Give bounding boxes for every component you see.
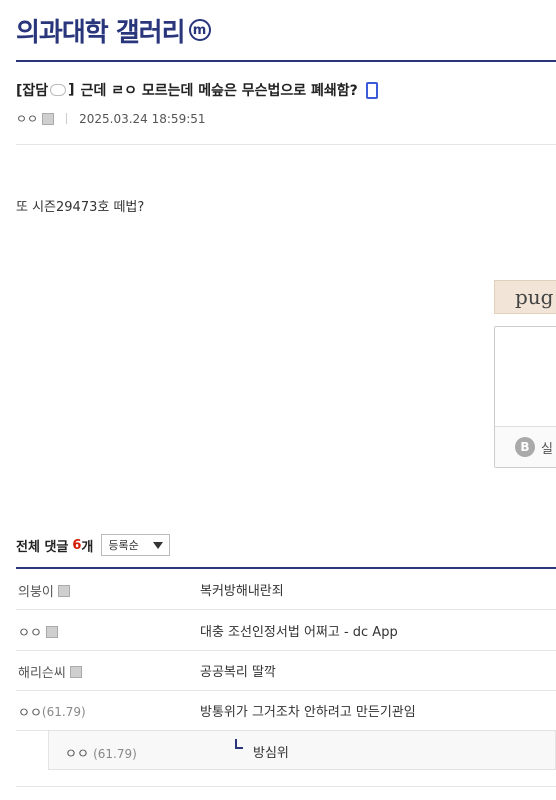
post-date: 2025.03.24 18:59:51 — [79, 111, 206, 126]
comment-nick[interactable]: ㅇㅇ (61.79) — [18, 702, 86, 722]
comment-nick[interactable]: 해리슨씨 — [18, 662, 82, 681]
post-head-label: [잡담 — [16, 83, 49, 99]
fixed-nick-icon — [42, 112, 55, 125]
header-divider — [16, 60, 556, 62]
post-title-text: 근데 ㄹㅇ 모르는데 메슾은 무슨법으로 폐쇄함? — [80, 83, 358, 99]
sort-select[interactable]: 등록순 — [101, 534, 170, 556]
b-icon: B — [515, 437, 535, 457]
mobile-icon — [365, 81, 378, 99]
comment-text: 복커방해내란죄 — [200, 584, 284, 599]
comment-row: ㅇㅇ (61.79) 방통위가 그거조차 안하려고 만든기관임 — [16, 690, 556, 731]
comment-text: 방통위가 그거조차 안하려고 만든기관임 — [200, 705, 416, 720]
captcha-image: pug — [494, 280, 556, 314]
reply-text: 방심위 — [253, 746, 289, 761]
captcha-label: 실 — [541, 441, 553, 457]
reply-ip: (61.79) — [93, 747, 137, 761]
comments-label: 전체 댓글 — [16, 539, 69, 555]
comments-header: 전체 댓글 6 개 등록순 — [16, 534, 170, 556]
comments-count-unit: 개 — [81, 539, 94, 555]
comment-text: 공공복리 딸깍 — [200, 665, 276, 680]
fixed-nick-icon — [69, 665, 82, 678]
comment-nick[interactable]: 의붕이 — [18, 581, 70, 600]
post-title: [잡담 ] 근데 ㄹㅇ 모르는데 메슾은 무슨법으로 폐쇄함? — [16, 80, 378, 100]
fixed-nick-icon — [45, 625, 58, 638]
chat-bubble-icon — [50, 84, 67, 96]
post-meta: ㅇㅇ 2025.03.24 18:59:51 — [16, 110, 206, 127]
reply-nick[interactable]: ㅇㅇ (61.79) — [65, 743, 137, 762]
fixed-nick-icon — [57, 584, 70, 597]
comment-row: ㅇㅇ 대충 조선인정서법 어쩌고 - dc App — [16, 610, 556, 651]
comment-text: 대충 조선인정서법 어쩌고 - dc App — [200, 625, 398, 640]
post-head-close: ] — [68, 82, 75, 98]
gallery-header: 의과대학 갤러리 m — [16, 10, 211, 50]
comments-bottom-divider — [16, 786, 556, 787]
captcha-panel: B 실 — [494, 326, 556, 468]
comment-nick-text: 의붕이 — [18, 585, 54, 600]
comment-nick-text: ㅇㅇ — [18, 706, 42, 721]
comment-ip: (61.79) — [41, 704, 86, 719]
reply-row: ㅇㅇ (61.79) 방심위 — [48, 730, 556, 770]
captcha-footer[interactable]: B 실 — [495, 426, 556, 467]
meta-divider — [16, 144, 556, 145]
comment-row: 의붕이 복커방해내란죄 — [16, 569, 556, 610]
reply-arrow-icon — [235, 739, 243, 749]
post-body: 또 시즌29473호 떼법? — [16, 200, 145, 215]
sort-select-value: 등록순 — [108, 539, 139, 552]
comment-nick[interactable]: ㅇㅇ — [18, 622, 58, 641]
dropdown-arrow-icon — [152, 541, 163, 549]
reply-nick-text: ㅇㅇ — [65, 747, 89, 762]
minor-gallery-badge-icon: m — [188, 19, 211, 41]
comment-nick-text: 해리슨씨 — [18, 666, 66, 681]
comment-row: 해리슨씨 공공복리 딸깍 — [16, 650, 556, 691]
comments-count: 6 — [72, 537, 82, 553]
gallery-title[interactable]: 의과대학 갤러리 — [16, 12, 185, 49]
meta-separator — [66, 113, 68, 124]
post-author[interactable]: ㅇㅇ — [16, 110, 38, 127]
comment-nick-text: ㅇㅇ — [18, 626, 42, 641]
